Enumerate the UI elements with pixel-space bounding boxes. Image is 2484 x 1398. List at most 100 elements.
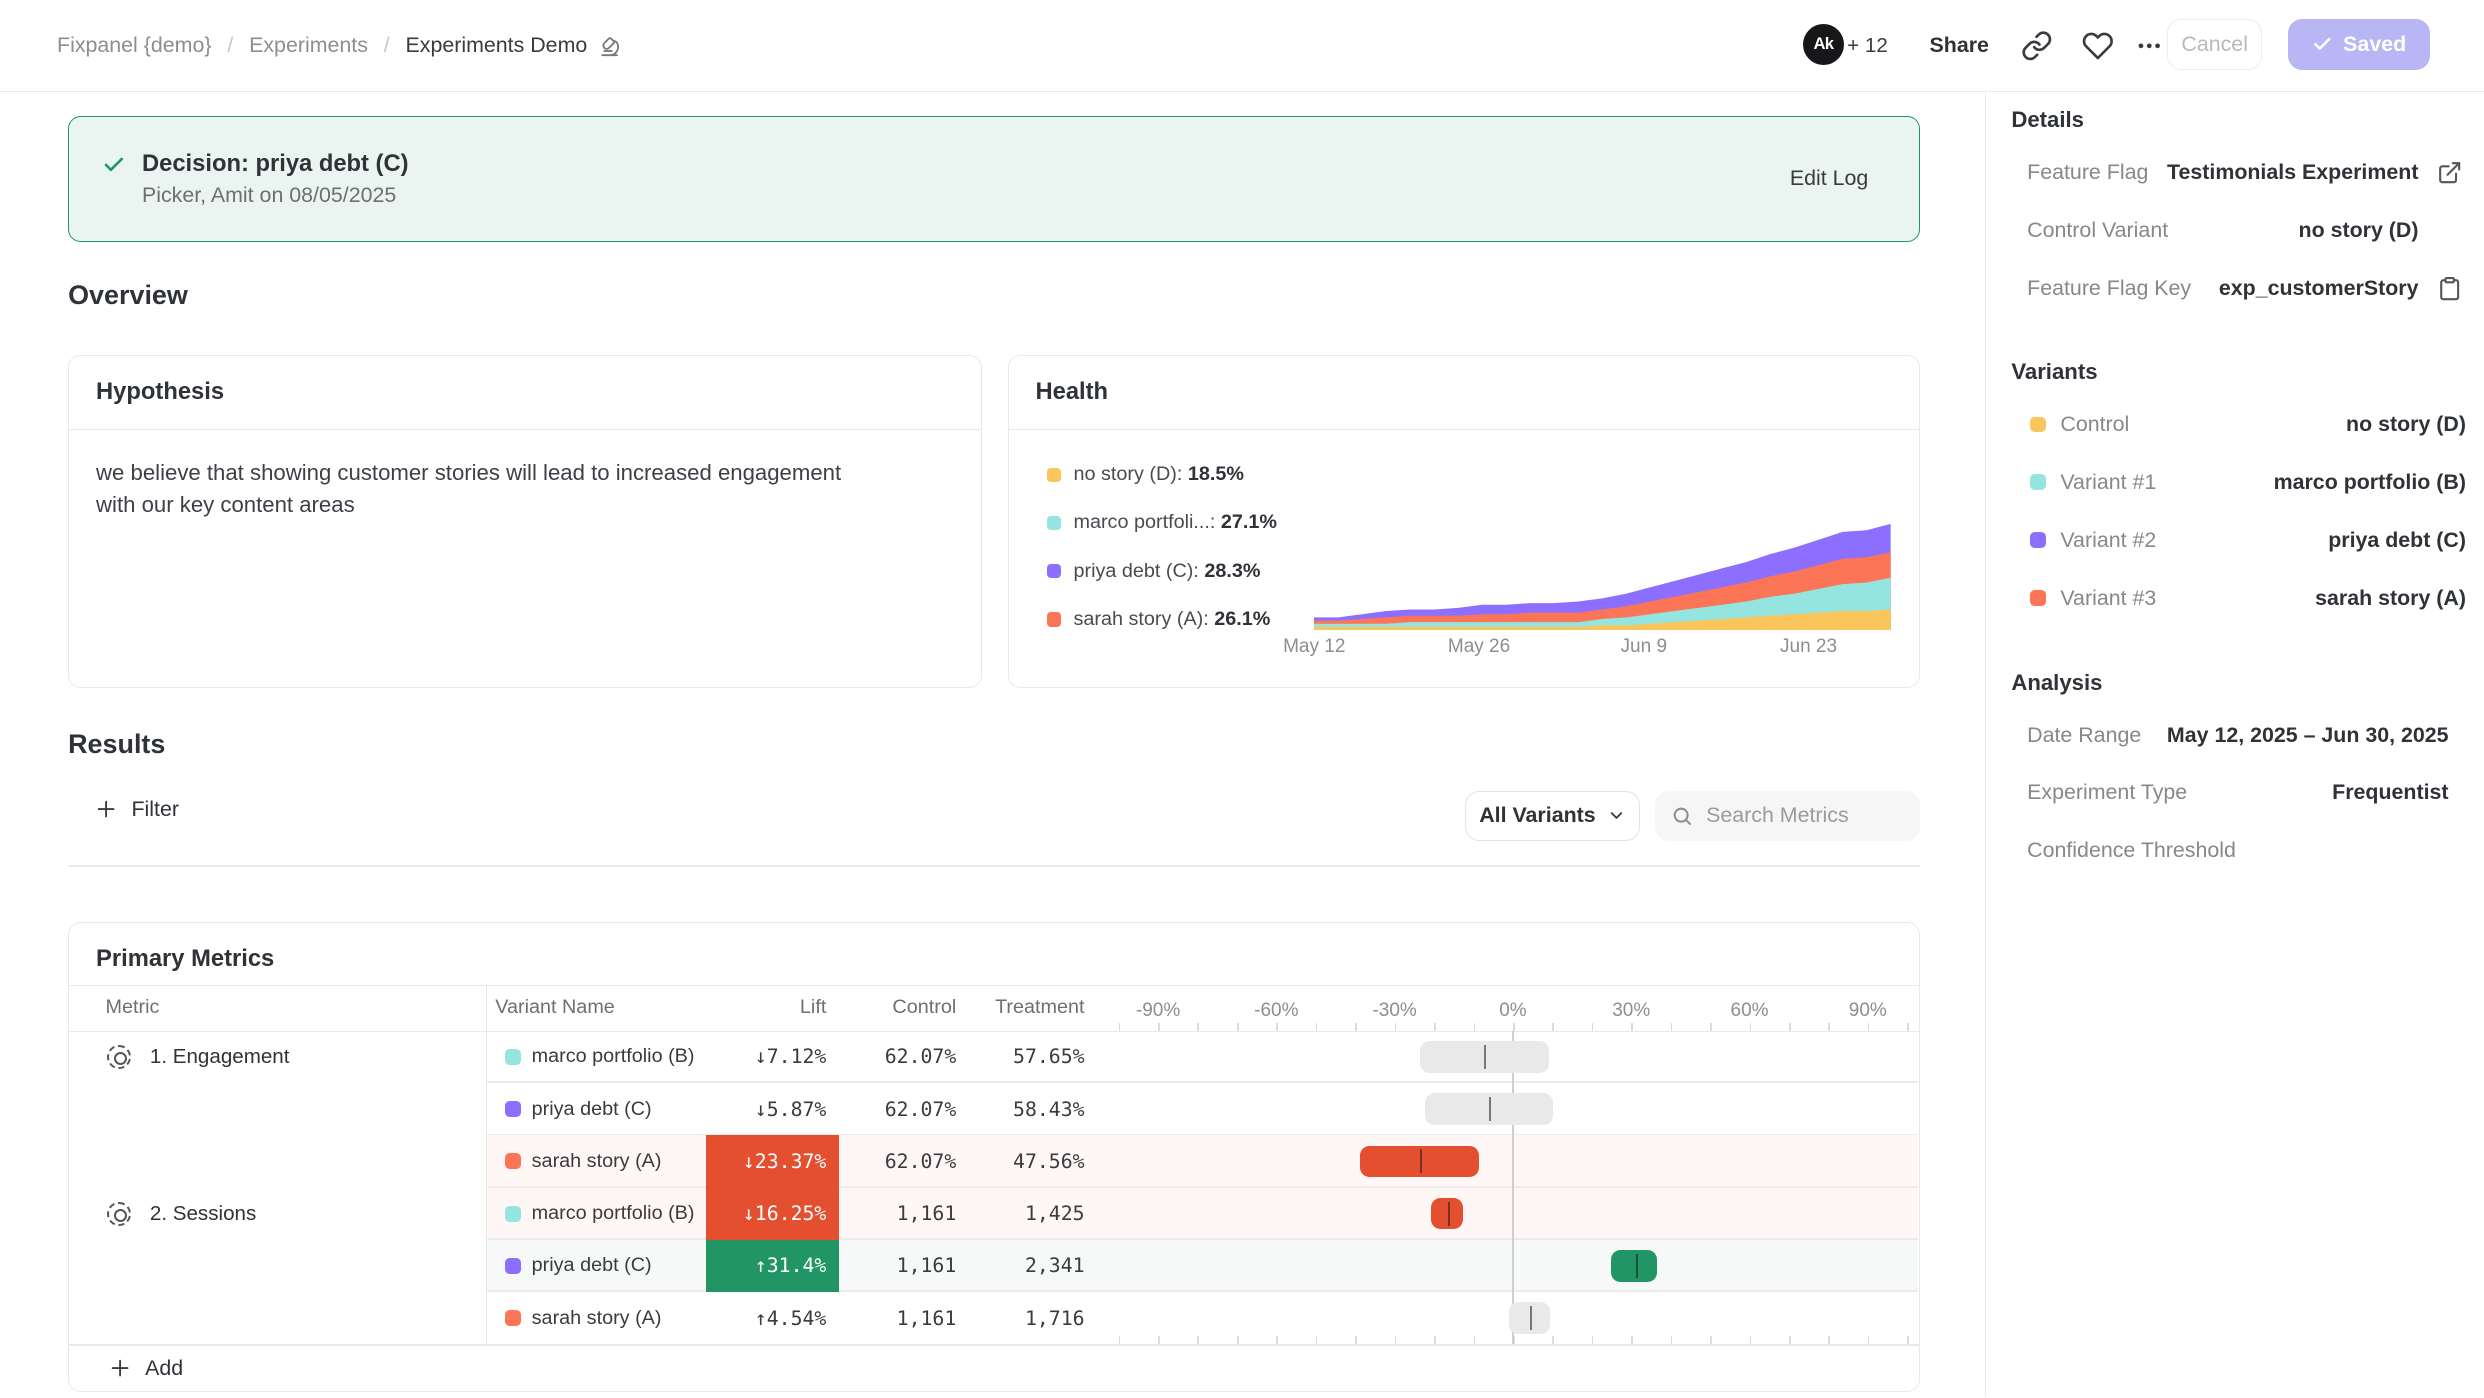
metric-row[interactable]: priya debt (C)↑31.4%1,1612,341 [69, 1240, 1918, 1292]
decision-banner: Decision: priya debt (C) Picker, Amit on… [68, 116, 1920, 243]
field-label: Date Range [2027, 723, 2141, 748]
axis-tick [1907, 1336, 1909, 1344]
health-x-label: Jun 9 [1621, 636, 1667, 658]
field-value: May 12, 2025 – Jun 30, 2025 [2167, 723, 2449, 748]
hypothesis-card: Hypothesis we believe that showing custo… [68, 355, 982, 688]
field-label: Control Variant [2027, 218, 2168, 243]
field-label: Variant #1 [2030, 470, 2156, 495]
variant-cell: marco portfolio (B) [505, 1188, 695, 1240]
axis-tick [1316, 1023, 1318, 1031]
legend-item: priya debt (C): 28.3% [1047, 555, 1261, 587]
field-label: Control [2030, 412, 2129, 437]
more-options-icon[interactable] [2135, 30, 2164, 62]
axis-tick [1316, 1336, 1318, 1344]
clipboard-icon[interactable] [2437, 276, 2462, 301]
metric-row[interactable]: priya debt (C)↓5.87%62.07%58.43% [69, 1083, 1918, 1135]
details-sidebar: Details Feature Flag Testimonials Experim… [1985, 92, 2484, 1397]
share-button[interactable]: Share [1930, 0, 1989, 92]
health-chart [1314, 516, 1891, 630]
axis-tick [1710, 1023, 1712, 1031]
field-value: no story (D) [2346, 412, 2466, 437]
col-header-lift: Lift [700, 985, 827, 1031]
variant-cell: priya debt (C) [505, 1240, 652, 1292]
breadcrumb: Fixpanel {demo} / Experiments / Experime… [57, 0, 622, 92]
experiment-page: Fixpanel {demo} / Experiments / Experime… [0, 0, 2484, 1397]
control-value: 62.07% [830, 1135, 957, 1187]
axis-tick [1671, 1023, 1673, 1031]
metric-row[interactable]: 1. Engagementmarco portfolio (B)↓7.12%62… [69, 1031, 1918, 1083]
variant-cell: sarah story (A) [505, 1292, 662, 1344]
saved-button[interactable]: Saved [2288, 19, 2431, 70]
field-label: Feature Flag [2027, 160, 2148, 185]
axis-tick [1119, 1023, 1121, 1031]
axis-tick [1395, 1023, 1397, 1031]
sb-variants-row: Variant #2priya debt (C) [2030, 524, 2484, 556]
treatment-value: 58.43% [958, 1083, 1085, 1135]
metric-row[interactable]: 2. Sessionsmarco portfolio (B)↓16.25%1,1… [69, 1188, 1918, 1240]
cancel-button[interactable]: Cancel [2167, 19, 2262, 70]
legend-swatch [1047, 564, 1061, 578]
axis-tick [1750, 1023, 1752, 1031]
axis-tick [1158, 1336, 1160, 1344]
variant-cell: priya debt (C) [505, 1083, 652, 1135]
legend-item: no story (D): 18.5% [1047, 459, 1244, 491]
axis-tick [1355, 1023, 1357, 1031]
overview-heading: Overview [68, 280, 188, 311]
decision-subtitle: Picker, Amit on 08/05/2025 [142, 183, 396, 208]
variant-swatch [2030, 417, 2046, 433]
axis-tick [1907, 1023, 1909, 1031]
axis-tick [1750, 1336, 1752, 1344]
axis-tick [1395, 1336, 1397, 1344]
add-metric-button[interactable]: Add [109, 1344, 183, 1392]
col-header-metric: Metric [106, 985, 160, 1031]
field-value[interactable]: exp_customerStory [2219, 276, 2419, 301]
col-header-variant: Variant Name [495, 985, 615, 1031]
health-x-label: May 12 [1283, 636, 1345, 658]
axis-tick [1276, 1336, 1278, 1344]
breadcrumb-experiments[interactable]: Experiments [249, 33, 368, 58]
variant-swatch [505, 1101, 521, 1117]
breadcrumb-current: Experiments Demo [406, 33, 623, 58]
row-background [487, 1083, 1918, 1135]
metric-name: 2. Sessions [150, 1202, 256, 1226]
metric-row[interactable]: sarah story (A)↑4.54%1,1611,716 [69, 1292, 1918, 1344]
control-value: 1,161 [830, 1240, 957, 1292]
avatar[interactable]: Ak [1803, 24, 1844, 65]
legend-label: no story (D): 18.5% [1073, 463, 1244, 486]
primary-metrics-title: Primary Metrics [96, 945, 274, 973]
variant-filter-dropdown[interactable]: All Variants [1465, 791, 1639, 842]
divider [68, 865, 1920, 867]
add-filter-button[interactable]: Filter [95, 797, 179, 822]
sb-variants-row: Control no story (D) [2030, 409, 2484, 441]
treatment-value: 47.56% [958, 1135, 1085, 1187]
breadcrumb-project[interactable]: Fixpanel {demo} [57, 33, 211, 58]
favorite-icon[interactable] [2082, 30, 2114, 62]
axis-tick [1197, 1023, 1199, 1031]
field-value: priya debt (C) [2328, 528, 2466, 553]
control-value: 62.07% [830, 1083, 957, 1135]
axis-tick [1592, 1336, 1594, 1344]
metric-name: 1. Engagement [150, 1045, 290, 1069]
edit-log-button[interactable]: Edit Log [1790, 117, 1868, 241]
field-label: Experiment Type [2027, 780, 2187, 805]
lift-marker [1484, 1045, 1486, 1069]
details-heading: Details [2011, 105, 2084, 137]
external-link-icon[interactable] [2437, 160, 2462, 185]
field-label: Variant #3 [2030, 586, 2156, 611]
field-value[interactable]: no story (D) [2299, 218, 2419, 243]
axis-tick [1631, 1336, 1633, 1344]
axis-tick [1276, 1023, 1278, 1031]
field-value[interactable]: Testimonials Experiment [2167, 160, 2418, 185]
copy-link-icon[interactable] [2021, 30, 2053, 62]
breadcrumb-separator: / [227, 33, 233, 58]
collaborators-count[interactable]: + 12 [1847, 0, 1888, 92]
search-input[interactable] [1706, 803, 1904, 828]
axis-tick [1237, 1023, 1239, 1031]
health-x-label: Jun 23 [1780, 636, 1837, 658]
variant-swatch [505, 1206, 521, 1222]
check-icon [2312, 34, 2333, 55]
analysis-heading: Analysis [2011, 667, 2102, 699]
lift-value: ↓7.12% [706, 1031, 839, 1083]
divider [69, 1344, 1919, 1346]
metric-row[interactable]: sarah story (A)↓23.37%62.07%47.56% [69, 1135, 1918, 1187]
